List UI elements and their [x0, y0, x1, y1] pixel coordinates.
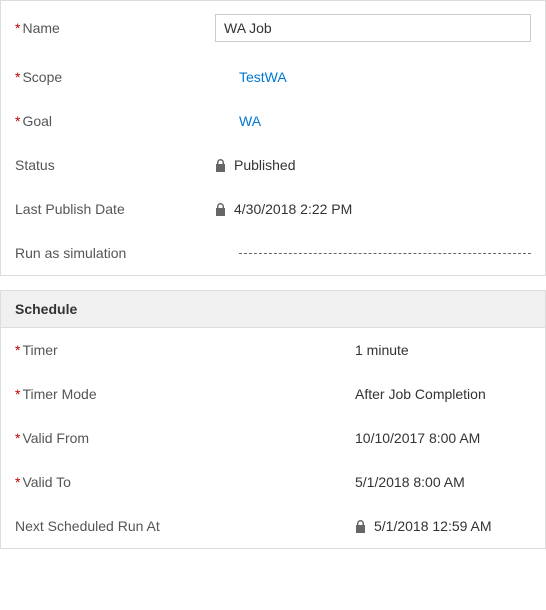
field-row-run-as-simulation: Run as simulation: [1, 231, 545, 275]
scope-link[interactable]: TestWA: [239, 69, 287, 85]
field-row-name: *Name: [1, 1, 545, 55]
timer-mode-value: After Job Completion: [355, 386, 486, 402]
schedule-header: Schedule: [1, 291, 545, 328]
timer-value: 1 minute: [355, 342, 409, 358]
label-last-publish: Last Publish Date: [15, 201, 215, 217]
details-panel: *Name *Scope TestWA *Goal WA Status Publ…: [0, 0, 546, 276]
label-goal: *Goal: [15, 113, 215, 129]
label-valid-from: *Valid From: [15, 430, 355, 446]
label-next-run: Next Scheduled Run At: [15, 518, 355, 534]
field-row-timer-mode: *Timer Mode After Job Completion: [1, 372, 545, 416]
schedule-panel: Schedule *Timer 1 minute *Timer Mode Aft…: [0, 290, 546, 549]
name-input[interactable]: [215, 14, 531, 42]
field-row-status: Status Published: [1, 143, 545, 187]
valid-from-value: 10/10/2017 8:00 AM: [355, 430, 480, 446]
field-row-valid-from: *Valid From 10/10/2017 8:00 AM: [1, 416, 545, 460]
field-row-goal: *Goal WA: [1, 99, 545, 143]
field-row-valid-to: *Valid To 5/1/2018 8:00 AM: [1, 460, 545, 504]
label-timer-mode: *Timer Mode: [15, 386, 355, 402]
dashed-divider: [239, 253, 531, 254]
next-run-value: 5/1/2018 12:59 AM: [374, 518, 492, 534]
goal-link[interactable]: WA: [239, 113, 261, 129]
label-valid-to: *Valid To: [15, 474, 355, 490]
status-value: Published: [234, 157, 296, 173]
field-row-scope: *Scope TestWA: [1, 55, 545, 99]
lock-icon: [215, 159, 226, 172]
lock-icon: [355, 520, 366, 533]
valid-to-value: 5/1/2018 8:00 AM: [355, 474, 465, 490]
field-row-last-publish: Last Publish Date 4/30/2018 2:22 PM: [1, 187, 545, 231]
label-timer: *Timer: [15, 342, 355, 358]
field-row-timer: *Timer 1 minute: [1, 328, 545, 372]
label-run-as-simulation: Run as simulation: [15, 245, 215, 261]
label-status: Status: [15, 157, 215, 173]
label-scope: *Scope: [15, 69, 215, 85]
label-name: *Name: [15, 20, 215, 36]
lock-icon: [215, 203, 226, 216]
field-row-next-run: Next Scheduled Run At 5/1/2018 12:59 AM: [1, 504, 545, 548]
last-publish-value: 4/30/2018 2:22 PM: [234, 201, 352, 217]
